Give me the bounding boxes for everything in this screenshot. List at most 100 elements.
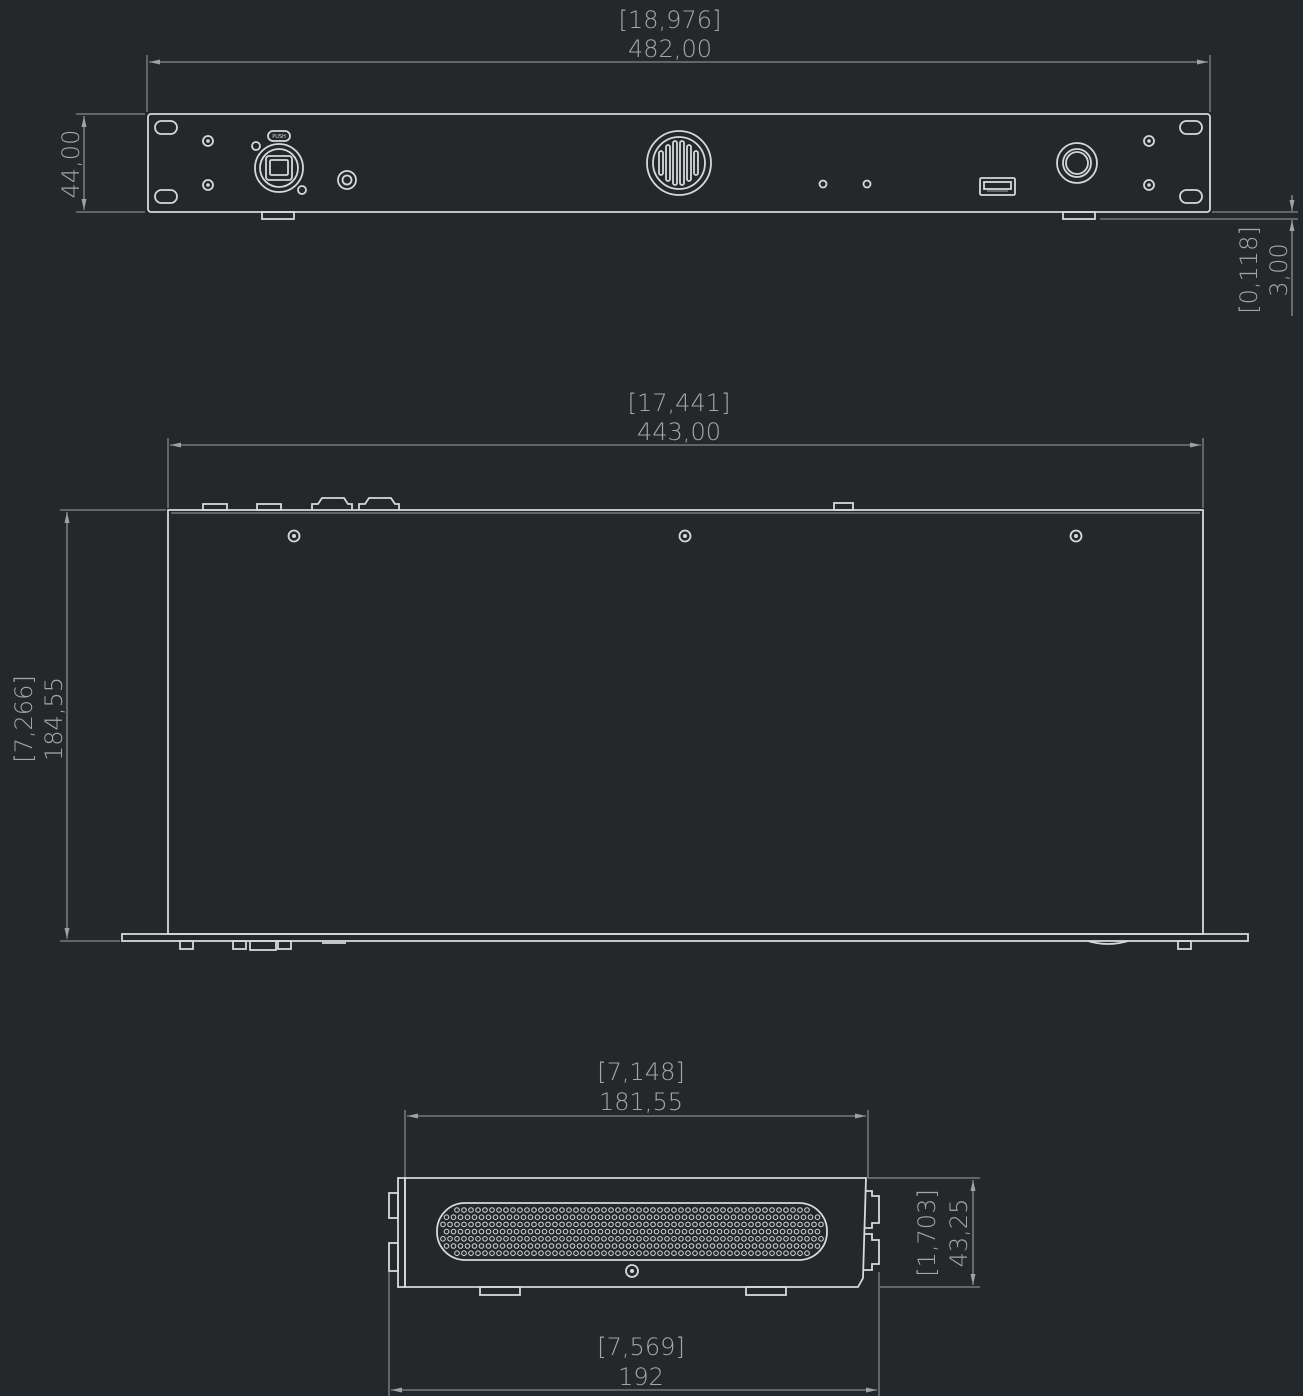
vent-hole: [510, 1207, 516, 1213]
vent-hole: [793, 1243, 800, 1249]
vent-hole: [464, 1228, 471, 1235]
vent-hole: [622, 1221, 628, 1228]
vent-hole: [608, 1236, 614, 1242]
vent-hole: [772, 1228, 779, 1235]
vent-hole: [744, 1214, 751, 1220]
vent-hole: [667, 1214, 674, 1220]
vent-hole: [772, 1243, 779, 1249]
vent-hole: [800, 1243, 807, 1249]
vent-hole: [510, 1236, 516, 1242]
vent-hole: [660, 1214, 667, 1220]
vent-hole: [622, 1207, 628, 1213]
vent-hole: [468, 1221, 474, 1228]
vent-hole: [604, 1243, 611, 1249]
vent-hole: [482, 1221, 488, 1228]
vent-hole: [702, 1228, 709, 1235]
vent-hole: [524, 1236, 530, 1242]
side-body-inch-label: [7,148]: [597, 1058, 684, 1086]
vent-hole: [601, 1207, 607, 1213]
vent-hole: [818, 1236, 824, 1242]
vent-hole: [695, 1228, 702, 1235]
vent-hole: [625, 1228, 632, 1235]
vent-hole: [611, 1243, 618, 1249]
top-view: [17,441] 443,00 [7,266] 184,55: [10, 389, 1249, 951]
vent-hole: [461, 1207, 467, 1213]
vent-hole: [685, 1250, 691, 1256]
vent-hole: [751, 1228, 758, 1235]
vent-hole: [755, 1250, 761, 1256]
vent-hole: [758, 1228, 765, 1235]
vent-hole: [790, 1207, 796, 1213]
rack-slot-bottom-left: [154, 189, 178, 204]
vent-hole: [489, 1221, 495, 1228]
vent-hole: [755, 1207, 761, 1213]
vent-hole: [569, 1243, 576, 1249]
vent-hole: [468, 1236, 474, 1242]
vent-hole: [520, 1214, 527, 1220]
vent-hole: [786, 1228, 793, 1235]
vent-hole: [573, 1207, 579, 1213]
vent-hole: [594, 1207, 600, 1213]
vent-hole: [797, 1207, 803, 1213]
vent-hole: [748, 1207, 754, 1213]
vent-hole: [541, 1228, 548, 1235]
vent-hole: [804, 1207, 810, 1213]
vent-hole: [643, 1221, 649, 1228]
vent-hole: [559, 1221, 565, 1228]
vent-hole: [744, 1228, 751, 1235]
vent-hole: [639, 1228, 646, 1235]
vent-hole: [457, 1214, 464, 1220]
vent-hole: [562, 1214, 569, 1220]
vent-hole: [531, 1221, 537, 1228]
vent-hole: [643, 1250, 649, 1256]
vent-hole: [513, 1228, 520, 1235]
vent-hole: [538, 1250, 544, 1256]
top-depth-inch-label: [7,266]: [10, 675, 38, 762]
vent-hole: [636, 1250, 642, 1256]
vent-hole: [692, 1221, 698, 1228]
vent-hole: [615, 1221, 621, 1228]
vent-hole: [524, 1207, 530, 1213]
vent-hole: [489, 1236, 495, 1242]
vent-hole: [545, 1207, 551, 1213]
power-button-icon: [1056, 142, 1098, 184]
side-body-mm-label: 181,55: [599, 1088, 683, 1116]
vent-hole: [443, 1243, 450, 1249]
vent-hole: [730, 1214, 737, 1220]
vent-hole: [534, 1243, 541, 1249]
vent-hole: [566, 1207, 572, 1213]
vent-hole: [737, 1243, 744, 1249]
vent-hole: [769, 1221, 775, 1228]
vent-hole: [671, 1221, 677, 1228]
vent-hole: [576, 1214, 583, 1220]
vent-hole: [618, 1243, 625, 1249]
vent-hole: [580, 1207, 586, 1213]
vent-hole: [471, 1228, 478, 1235]
vent-hole: [692, 1207, 698, 1213]
vent-hole: [741, 1207, 747, 1213]
vent-hole: [639, 1214, 646, 1220]
vent-hole: [814, 1228, 821, 1235]
vent-hole: [699, 1236, 705, 1242]
vent-hole: [776, 1236, 782, 1242]
vent-hole: [776, 1207, 782, 1213]
vent-hole: [566, 1250, 572, 1256]
vent-hole: [443, 1214, 450, 1220]
vent-hole: [713, 1207, 719, 1213]
vent-hole: [762, 1236, 768, 1242]
vent-hole: [541, 1243, 548, 1249]
vent-hole: [590, 1214, 597, 1220]
vent-hole: [811, 1221, 817, 1228]
usb-port-icon: [979, 177, 1016, 196]
vent-hole: [527, 1214, 534, 1220]
vent-hole: [552, 1221, 558, 1228]
vent-hole: [629, 1221, 635, 1228]
vent-hole: [555, 1228, 562, 1235]
vent-hole: [622, 1250, 628, 1256]
vent-hole: [758, 1243, 765, 1249]
vent-hole: [450, 1228, 457, 1235]
vent-hole: [622, 1236, 628, 1242]
vent-hole: [597, 1214, 604, 1220]
vent-hole: [699, 1207, 705, 1213]
vent-hole: [513, 1243, 520, 1249]
